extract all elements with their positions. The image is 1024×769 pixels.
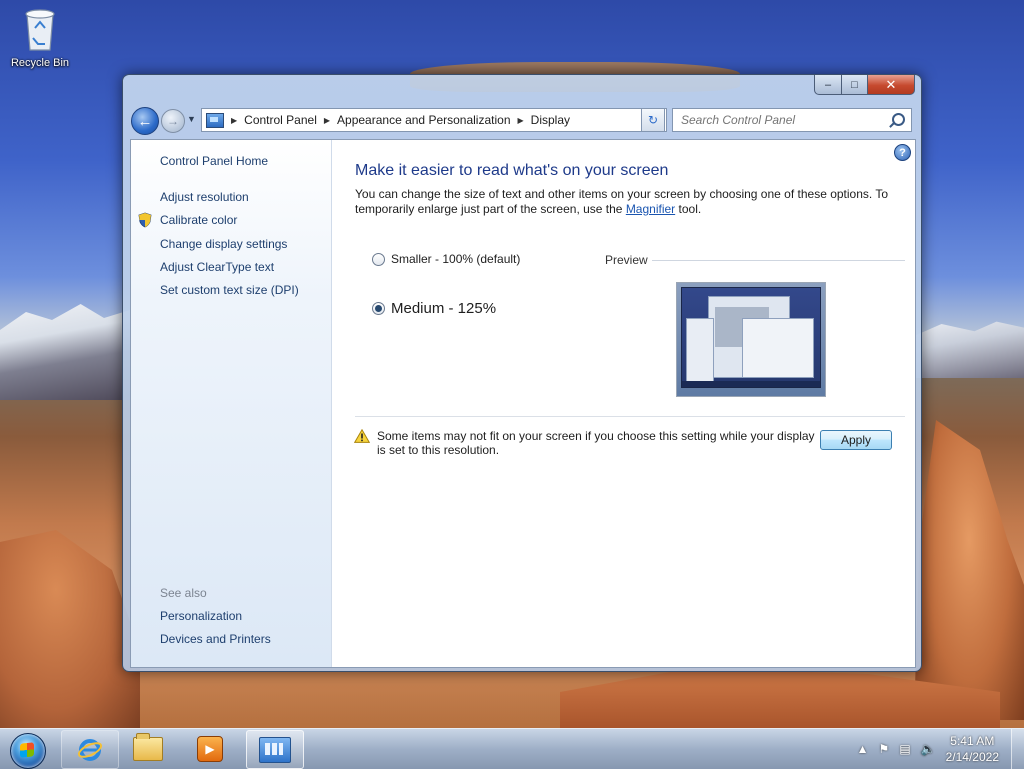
show-hidden-icons-icon[interactable]: ▲ xyxy=(857,742,869,756)
preview-side-panel xyxy=(686,318,714,382)
system-tray: ▲ ⚑ ▤ 🔈 5:41 AM 2/14/2022 xyxy=(857,729,1024,769)
option-smaller-label[interactable]: Smaller - 100% (default) xyxy=(391,252,520,266)
sidebar-item-custom-text-size[interactable]: Set custom text size (DPI) xyxy=(160,283,299,297)
shield-icon xyxy=(138,212,152,228)
action-center-flag-icon[interactable]: ⚑ xyxy=(879,742,890,756)
preview-label: Preview xyxy=(605,253,648,267)
chevron-right-icon[interactable]: ▶ xyxy=(518,116,524,125)
warning-text: Some items may not fit on your screen if… xyxy=(377,429,815,457)
description-text-end: tool. xyxy=(675,202,702,216)
help-icon[interactable]: ? xyxy=(894,144,911,161)
warning-icon xyxy=(354,429,370,443)
option-medium-label[interactable]: Medium - 125% xyxy=(391,300,496,317)
chevron-right-icon[interactable]: ▶ xyxy=(231,116,237,125)
taskbar-control-panel[interactable] xyxy=(246,730,304,769)
show-desktop-button[interactable] xyxy=(1011,729,1024,769)
taskbar: ▶ ▲ ⚑ ▤ 🔈 5:41 AM 2/14/2022 xyxy=(0,728,1024,769)
wallpaper-mountain-right xyxy=(914,321,1024,378)
maximize-button[interactable]: □ xyxy=(842,75,868,95)
navigation-bar: ← → ▼ ▶ Control Panel ▶ Appearance and P… xyxy=(129,106,915,135)
section-divider xyxy=(355,416,905,417)
window-content: Control Panel Home Adjust resolution Cal… xyxy=(130,139,916,668)
start-button[interactable] xyxy=(4,730,50,769)
control-panel-window: – □ ✕ ← → ▼ ▶ Control Panel ▶ Appearance… xyxy=(122,74,922,672)
preview-image xyxy=(676,282,826,397)
clock-date: 2/14/2022 xyxy=(945,750,999,764)
preview-taskbar xyxy=(682,381,820,387)
volume-icon[interactable]: 🔈 xyxy=(921,742,936,756)
breadcrumb-display[interactable]: Display xyxy=(531,113,570,127)
network-icon[interactable]: ▤ xyxy=(899,742,910,756)
sidebar-item-devices-printers[interactable]: Devices and Printers xyxy=(160,632,271,646)
apply-button[interactable]: Apply xyxy=(820,430,892,450)
magnifier-link[interactable]: Magnifier xyxy=(626,202,675,216)
search-box[interactable] xyxy=(672,108,912,132)
windows-logo-icon xyxy=(10,733,46,769)
clock[interactable]: 5:41 AM 2/14/2022 xyxy=(946,733,999,765)
sidebar-item-personalization[interactable]: Personalization xyxy=(160,609,242,623)
taskbar-internet-explorer[interactable] xyxy=(61,730,119,769)
sidebar-item-calibrate-color[interactable]: Calibrate color xyxy=(160,213,237,227)
sidebar-item-change-display-settings[interactable]: Change display settings xyxy=(160,237,287,251)
forward-button[interactable]: → xyxy=(161,109,185,133)
taskbar-media-player[interactable]: ▶ xyxy=(182,730,238,767)
desktop-icon-label: Recycle Bin xyxy=(10,57,70,69)
windows-explorer-icon xyxy=(133,732,163,761)
search-input[interactable] xyxy=(679,112,883,128)
recent-pages-button[interactable]: ▼ xyxy=(187,114,196,124)
wallpaper-rock-left xyxy=(0,530,140,728)
radio-medium[interactable] xyxy=(372,302,385,315)
recycle-bin-icon xyxy=(25,9,55,51)
wallpaper-rock-right xyxy=(914,420,1024,720)
clock-time: 5:41 AM xyxy=(950,734,995,748)
see-also-heading: See also xyxy=(160,586,207,600)
preview-divider xyxy=(652,260,905,261)
refresh-button[interactable]: ↻ xyxy=(641,108,665,132)
page-description: You can change the size of text and othe… xyxy=(355,187,895,217)
preview-window-front xyxy=(742,318,814,378)
minimize-button[interactable]: – xyxy=(814,75,842,95)
description-text: You can change the size of text and othe… xyxy=(355,187,889,216)
internet-explorer-icon xyxy=(77,738,103,761)
main-panel: ? Make it easier to read what's on your … xyxy=(332,140,915,667)
search-icon[interactable] xyxy=(892,113,905,126)
option-smaller[interactable]: Smaller - 100% (default) xyxy=(372,252,520,266)
page-title: Make it easier to read what's on your sc… xyxy=(355,162,669,179)
sidebar: Control Panel Home Adjust resolution Cal… xyxy=(131,140,332,667)
sidebar-item-control-panel-home[interactable]: Control Panel Home xyxy=(160,154,268,168)
wallpaper-mountain-left xyxy=(0,304,130,400)
chevron-right-icon[interactable]: ▶ xyxy=(324,116,330,125)
breadcrumb-control-panel[interactable]: Control Panel xyxy=(244,113,317,127)
close-button[interactable]: ✕ xyxy=(868,75,915,95)
breadcrumb-appearance[interactable]: Appearance and Personalization xyxy=(337,113,510,127)
desktop-icon-recycle-bin[interactable]: Recycle Bin xyxy=(6,6,74,69)
control-panel-icon xyxy=(206,112,224,128)
taskbar-windows-explorer[interactable] xyxy=(120,730,176,767)
media-player-icon: ▶ xyxy=(197,735,223,762)
address-bar[interactable]: ▶ Control Panel ▶ Appearance and Persona… xyxy=(201,108,667,132)
sidebar-item-adjust-cleartype[interactable]: Adjust ClearType text xyxy=(160,260,274,274)
sidebar-item-adjust-resolution[interactable]: Adjust resolution xyxy=(160,190,249,204)
option-medium[interactable]: Medium - 125% xyxy=(372,300,496,317)
radio-smaller[interactable] xyxy=(372,252,385,266)
caption-buttons: – □ ✕ xyxy=(814,75,915,95)
preview-screen xyxy=(681,287,821,388)
back-button[interactable]: ← xyxy=(131,107,159,135)
control-panel-icon xyxy=(259,736,291,763)
